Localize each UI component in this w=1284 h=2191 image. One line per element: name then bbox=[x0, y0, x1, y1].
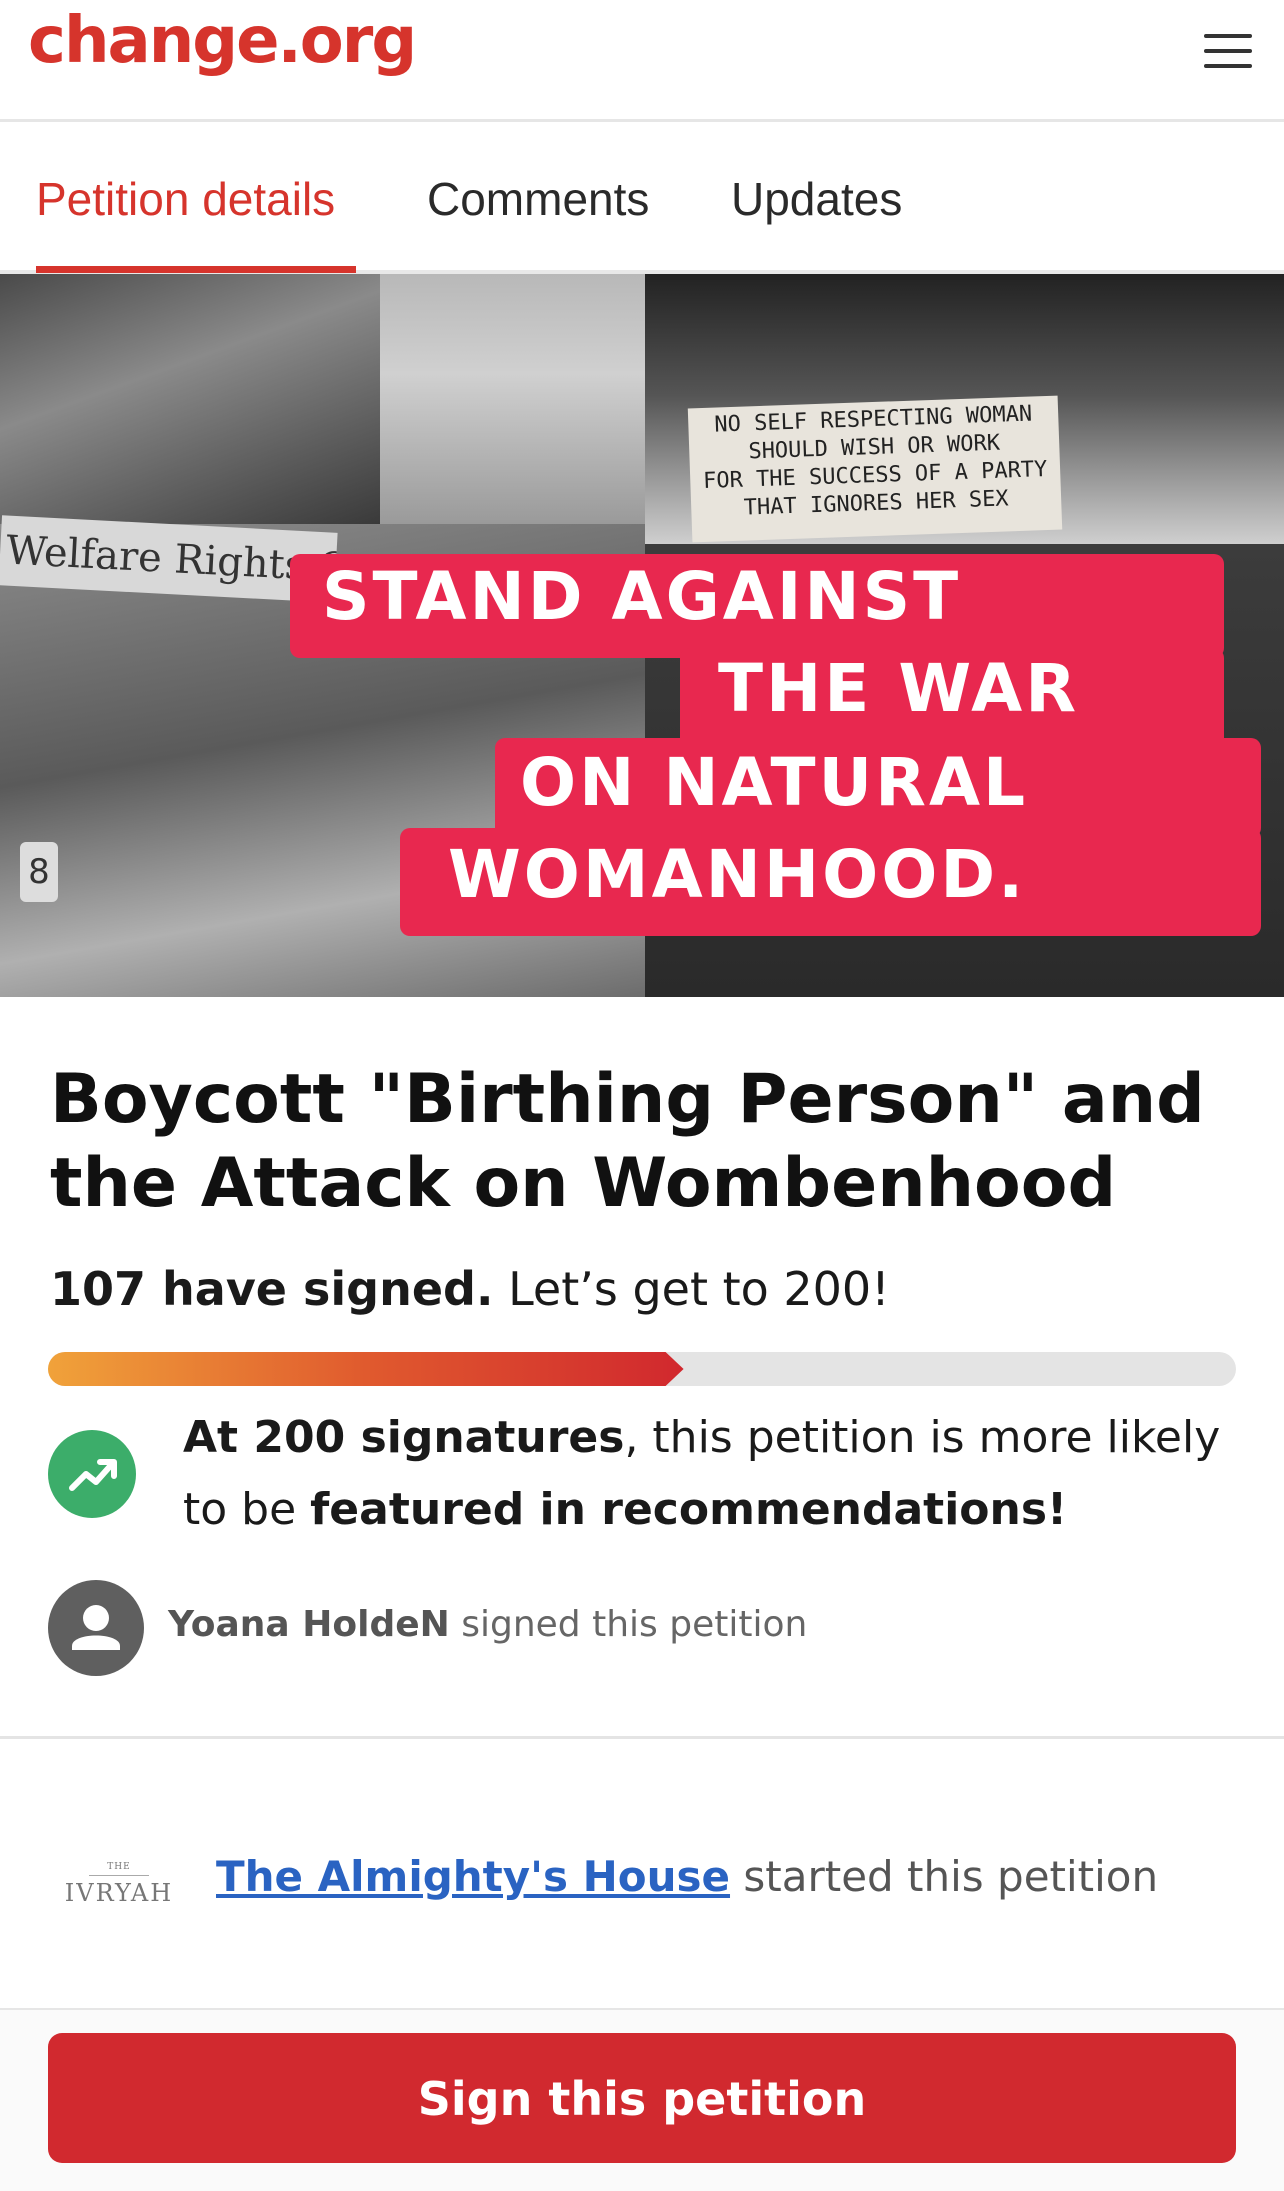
user-icon bbox=[72, 1605, 120, 1650]
section-divider bbox=[0, 1736, 1284, 1739]
slogan-line-4: WOMANHOOD. bbox=[448, 836, 1027, 913]
slogan-line-1: STAND AGAINST bbox=[322, 558, 962, 635]
trending-up-icon bbox=[48, 1430, 136, 1518]
petition-hero-image: NO SELF RESPECTING WOMAN SHOULD WISH OR … bbox=[0, 274, 1284, 997]
goal-text: Let’s get to 200! bbox=[493, 1262, 890, 1316]
protest-photo-1 bbox=[0, 274, 380, 524]
signed-count-text: 107 have signed. bbox=[50, 1262, 494, 1316]
starter-logo: THE IVRYAH bbox=[64, 1862, 174, 1907]
petition-tabs: Petition details Comments Updates bbox=[0, 122, 1284, 276]
signer-name: Yoana HoldeN bbox=[168, 1604, 450, 1645]
petition-starter: The Almighty's House started this petiti… bbox=[216, 1852, 1159, 1901]
hamburger-menu-icon[interactable] bbox=[1204, 30, 1252, 72]
badge-number: 8 bbox=[20, 842, 58, 902]
tab-comments[interactable]: Comments bbox=[427, 172, 649, 226]
starter-link[interactable]: The Almighty's House bbox=[216, 1852, 730, 1901]
change-org-logo[interactable]: change.org bbox=[28, 4, 417, 78]
suffragette-banner: NO SELF RESPECTING WOMAN SHOULD WISH OR … bbox=[687, 395, 1063, 543]
signature-count: 107 have signed. Let’s get to 200! bbox=[50, 1262, 890, 1316]
tab-petition-details[interactable]: Petition details bbox=[36, 172, 335, 226]
slogan-line-3: ON NATURAL bbox=[520, 744, 1029, 821]
milestone-message: At 200 signatures, this petition is more… bbox=[183, 1412, 1221, 1535]
signature-progress-bar bbox=[48, 1352, 1236, 1386]
tab-updates[interactable]: Updates bbox=[731, 172, 902, 226]
sign-petition-button[interactable]: Sign this petition bbox=[48, 2033, 1236, 2163]
top-header: change.org bbox=[0, 0, 1284, 122]
recent-signer: Yoana HoldeN signed this petition bbox=[168, 1604, 808, 1645]
protest-photo-2 bbox=[380, 274, 1010, 524]
slogan-line-2: THE WAR bbox=[718, 650, 1080, 727]
petition-title: Boycott "Birthing Person" and the Attack… bbox=[50, 1060, 1205, 1223]
active-tab-indicator bbox=[36, 266, 356, 273]
avatar bbox=[48, 1580, 144, 1676]
progress-fill bbox=[48, 1352, 684, 1386]
